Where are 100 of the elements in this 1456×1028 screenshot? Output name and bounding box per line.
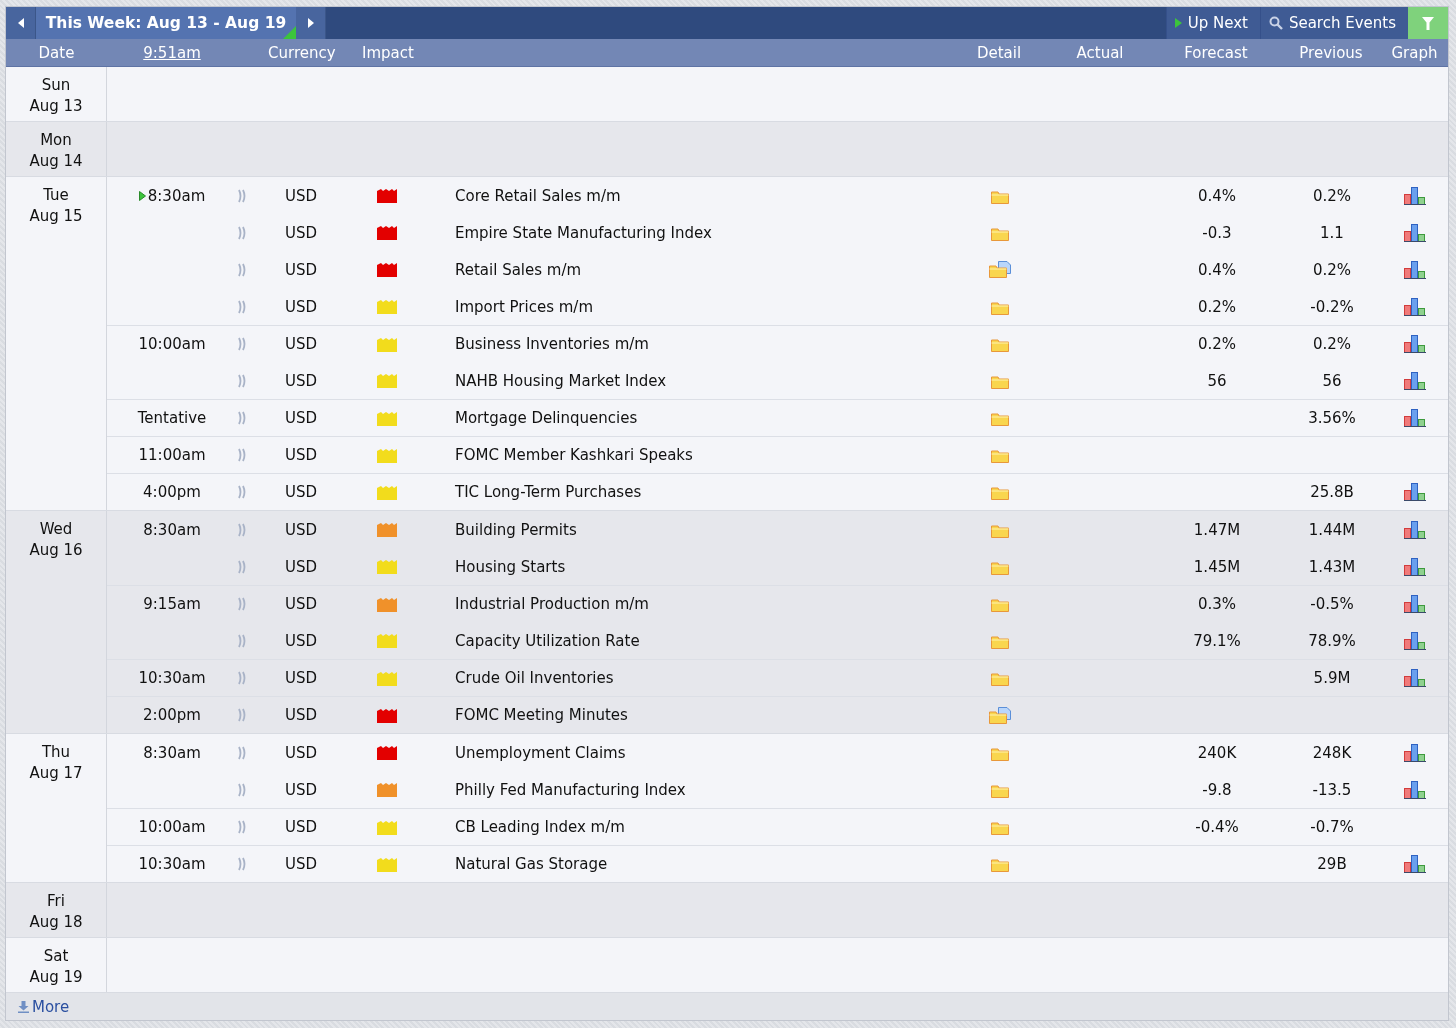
- week-label-button[interactable]: This Week: Aug 13 - Aug 19: [36, 7, 296, 39]
- bar-chart-icon[interactable]: [1404, 260, 1426, 279]
- sound-icon[interactable]: [237, 857, 247, 871]
- folder-icon[interactable]: [991, 447, 1009, 463]
- sound-icon[interactable]: [237, 262, 247, 277]
- previous-value: 25.8B: [1310, 483, 1354, 501]
- event-title[interactable]: Natural Gas Storage: [455, 855, 608, 873]
- currency: USD: [285, 631, 318, 650]
- day-date: Aug 19: [29, 967, 83, 988]
- sound-icon[interactable]: [237, 373, 247, 388]
- forecast-value: 0.4%: [1197, 186, 1237, 205]
- forecast-value: -9.8: [1202, 780, 1232, 799]
- folder-icon[interactable]: [991, 856, 1009, 872]
- folder-document-icon[interactable]: [989, 261, 1011, 278]
- event-title[interactable]: Core Retail Sales m/m: [455, 186, 621, 205]
- folder-icon[interactable]: [991, 410, 1009, 426]
- bar-chart-icon[interactable]: [1404, 557, 1426, 576]
- event-title[interactable]: Empire State Manufacturing Index: [455, 223, 712, 242]
- event-title[interactable]: TIC Long-Term Purchases: [455, 483, 642, 501]
- bar-chart-icon[interactable]: [1404, 631, 1426, 650]
- bar-chart-icon[interactable]: [1404, 520, 1426, 539]
- folder-icon[interactable]: [991, 596, 1009, 612]
- bar-chart-icon[interactable]: [1404, 595, 1426, 613]
- forecast-value: 240K: [1197, 743, 1237, 762]
- event-title[interactable]: Building Permits: [455, 520, 577, 539]
- currency: USD: [285, 335, 318, 353]
- day-date: Aug 14: [29, 151, 83, 172]
- current-time-link[interactable]: 9:51am: [143, 43, 201, 62]
- more-link[interactable]: More: [18, 997, 70, 1016]
- folder-document-icon[interactable]: [989, 706, 1011, 724]
- play-icon: [1174, 18, 1182, 28]
- sound-icon[interactable]: [237, 633, 247, 648]
- sound-icon[interactable]: [237, 708, 247, 722]
- currency: USD: [285, 223, 318, 242]
- column-header: Currency: [268, 43, 336, 62]
- forecast-value: 0.2%: [1197, 297, 1237, 316]
- sound-icon[interactable]: [237, 448, 247, 462]
- event-title[interactable]: Industrial Production m/m: [455, 595, 649, 613]
- day-date: Aug 15: [29, 206, 83, 227]
- previous-value: 5.9M: [1313, 669, 1351, 687]
- bar-chart-icon[interactable]: [1404, 186, 1426, 205]
- bar-chart-icon[interactable]: [1404, 297, 1426, 316]
- previous-week-button[interactable]: [6, 7, 36, 39]
- sound-icon[interactable]: [237, 522, 247, 537]
- column-header: Actual: [1076, 43, 1124, 62]
- bar-chart-icon[interactable]: [1404, 743, 1426, 762]
- sound-icon[interactable]: [237, 337, 247, 351]
- day-date: Aug 18: [29, 912, 83, 933]
- sound-icon[interactable]: [237, 485, 247, 499]
- folder-icon[interactable]: [991, 484, 1009, 500]
- event-time: Tentative: [137, 409, 207, 427]
- currency: USD: [285, 297, 318, 316]
- sound-icon[interactable]: [237, 299, 247, 314]
- bar-chart-icon[interactable]: [1404, 855, 1426, 873]
- sound-icon[interactable]: [237, 671, 247, 685]
- bar-chart-icon[interactable]: [1404, 409, 1426, 427]
- sound-icon[interactable]: [237, 188, 247, 203]
- folder-icon[interactable]: [991, 670, 1009, 686]
- sound-icon[interactable]: [237, 597, 247, 611]
- folder-icon[interactable]: [991, 336, 1009, 352]
- sound-icon[interactable]: [237, 820, 247, 834]
- sound-icon[interactable]: [237, 225, 247, 240]
- currency: USD: [285, 743, 318, 762]
- event-title[interactable]: CB Leading Index m/m: [455, 818, 625, 836]
- event-title[interactable]: Capacity Utilization Rate: [455, 631, 640, 650]
- day-date: Aug 17: [29, 763, 83, 784]
- bar-chart-icon[interactable]: [1404, 335, 1426, 353]
- currency: USD: [285, 409, 318, 427]
- bar-chart-icon[interactable]: [1404, 780, 1426, 799]
- previous-value: -13.5: [1312, 780, 1352, 799]
- column-header: Detail: [976, 43, 1022, 62]
- sound-icon[interactable]: [237, 411, 247, 425]
- folder-icon[interactable]: [991, 819, 1009, 835]
- bar-chart-icon[interactable]: [1404, 483, 1426, 501]
- event-title[interactable]: Mortgage Delinquencies: [455, 409, 638, 427]
- event-title[interactable]: FOMC Member Kashkari Speaks: [455, 446, 693, 464]
- event-title[interactable]: Housing Starts: [455, 557, 566, 576]
- day-name: Mon: [40, 130, 72, 151]
- sound-icon[interactable]: [237, 745, 247, 760]
- event-title[interactable]: Crude Oil Inventories: [455, 669, 614, 687]
- bar-chart-icon[interactable]: [1404, 669, 1426, 687]
- event-title[interactable]: Philly Fed Manufacturing Index: [455, 780, 686, 799]
- event-title[interactable]: Retail Sales m/m: [455, 260, 582, 279]
- event-time: 4:00pm: [143, 483, 201, 501]
- currency: USD: [285, 520, 318, 539]
- event-title[interactable]: NAHB Housing Market Index: [455, 371, 667, 390]
- currency: USD: [285, 855, 318, 873]
- filter-button[interactable]: [1408, 7, 1448, 39]
- bar-chart-icon[interactable]: [1404, 223, 1426, 242]
- event-title[interactable]: Business Inventories m/m: [455, 335, 649, 353]
- day-name: Fri: [47, 891, 65, 912]
- up-next-button[interactable]: Up Next: [1165, 7, 1260, 39]
- next-week-button[interactable]: [296, 7, 326, 39]
- bar-chart-icon[interactable]: [1404, 371, 1426, 390]
- sound-icon[interactable]: [237, 559, 247, 574]
- event-title[interactable]: Import Prices m/m: [455, 297, 593, 316]
- event-title[interactable]: Unemployment Claims: [455, 743, 626, 762]
- sound-icon[interactable]: [237, 782, 247, 797]
- event-title[interactable]: FOMC Meeting Minutes: [455, 706, 628, 724]
- search-events-button[interactable]: Search Events: [1259, 7, 1408, 39]
